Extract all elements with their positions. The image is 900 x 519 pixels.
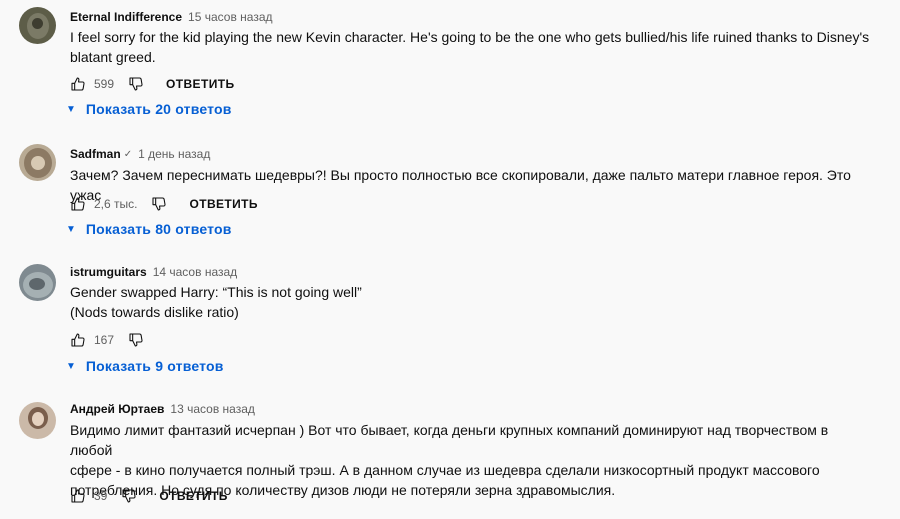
dislike-icon[interactable]: [128, 76, 144, 92]
show-replies-button[interactable]: ▼ Показать 9 ответов: [66, 356, 224, 376]
avatar[interactable]: [19, 264, 56, 301]
show-replies-label: Показать 9 ответов: [85, 358, 224, 374]
comment-text-line: blatant greed.: [70, 49, 156, 65]
comment-author[interactable]: Андрей Юртаев: [70, 402, 164, 416]
comment-text-line: I feel sorry for the kid playing the new…: [70, 29, 870, 45]
chevron-down-icon: ▼: [66, 360, 76, 372]
reply-button[interactable]: ОТВЕТИТЬ: [189, 197, 257, 211]
show-replies-button[interactable]: ▼ Показать 80 ответов: [66, 219, 232, 239]
chevron-down-icon: ▼: [66, 223, 76, 235]
comment-time[interactable]: 13 часов назад: [170, 402, 254, 416]
reply-button[interactable]: ОТВЕТИТЬ: [166, 77, 234, 91]
comment-author[interactable]: Eternal Indifference: [70, 10, 182, 24]
comment-text-line: (Nods towards dislike ratio): [70, 304, 239, 320]
like-count: 599: [94, 77, 115, 91]
comment-text-line: Gender swapped Harry: “This is not going…: [70, 284, 362, 300]
comment-time[interactable]: 14 часов назад: [153, 265, 237, 279]
dislike-icon[interactable]: [128, 332, 144, 348]
comment-text-line: сфере - в кино получается полный трэш. А…: [70, 462, 820, 478]
show-replies-label: Показать 80 ответов: [85, 221, 232, 237]
avatar[interactable]: [19, 402, 56, 439]
like-count: 2,6 тыс.: [94, 197, 138, 211]
comment-author[interactable]: istrumguitars: [70, 265, 147, 279]
dislike-icon[interactable]: [121, 488, 137, 504]
show-replies-label: Показать 20 ответов: [85, 101, 232, 117]
avatar[interactable]: [19, 144, 56, 181]
avatar[interactable]: [19, 7, 56, 44]
comment-author[interactable]: Sadfman: [70, 147, 121, 161]
like-icon[interactable]: [70, 196, 86, 212]
verified-check-icon: ✓: [123, 148, 133, 160]
like-count: 167: [94, 333, 115, 347]
comment-time[interactable]: 1 день назад: [138, 147, 210, 161]
comment-time[interactable]: 15 часов назад: [188, 10, 272, 24]
chevron-down-icon: ▼: [66, 103, 76, 115]
comment-text: I feel sorry for the kid playing the new…: [70, 27, 870, 67]
show-replies-button[interactable]: ▼ Показать 20 ответов: [66, 99, 232, 119]
like-icon[interactable]: [70, 76, 86, 92]
like-count: 39: [94, 489, 108, 503]
reply-button[interactable]: ОТВЕТИТЬ: [159, 489, 227, 503]
like-icon[interactable]: [70, 488, 86, 504]
comment-text: Gender swapped Harry: “This is not going…: [70, 282, 870, 322]
like-icon[interactable]: [70, 332, 86, 348]
comment-text-line: Видимо лимит фантазий исчерпан ) Вот что…: [70, 422, 829, 458]
dislike-icon[interactable]: [151, 196, 167, 212]
